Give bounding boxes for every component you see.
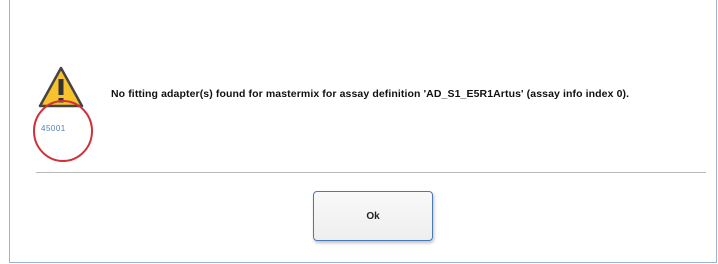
message-dialog: 45001 No fitting adapter(s) found for ma… <box>9 0 717 263</box>
ok-button[interactable]: Ok <box>313 191 433 241</box>
divider <box>36 172 706 173</box>
highlight-circle <box>32 99 94 163</box>
error-message: No fitting adapter(s) found for mastermi… <box>111 88 630 100</box>
